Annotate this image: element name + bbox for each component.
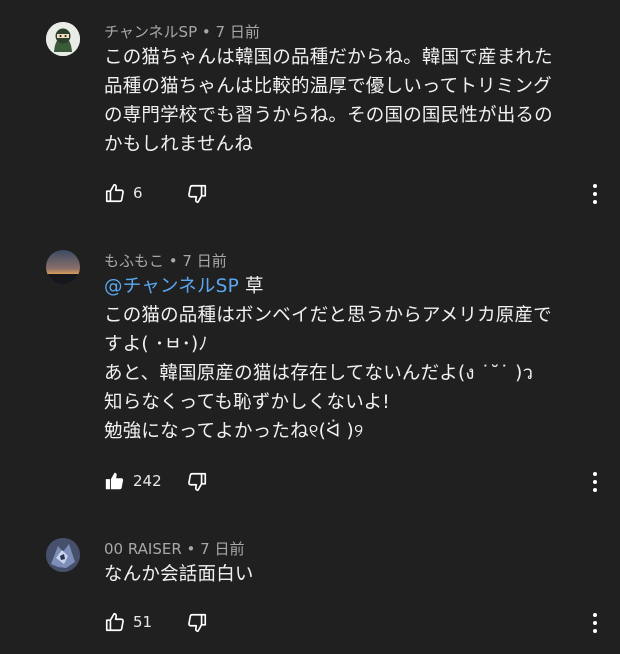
author-name[interactable]: 00 RAISER (104, 540, 182, 558)
ninja-avatar-icon (46, 22, 80, 56)
more-options-icon[interactable] (586, 470, 604, 494)
comment-time: 7 日前 (182, 252, 227, 270)
comment-line: かもしれませんね (104, 134, 254, 155)
meta-separator: • (197, 23, 216, 41)
comment-meta: チャンネルSP • 7 日前 (104, 21, 260, 42)
more-options-icon[interactable] (586, 182, 604, 206)
comment-time: 7 日前 (200, 540, 245, 558)
avatar[interactable] (46, 250, 80, 284)
mention-link[interactable]: @チャンネルSP (104, 276, 239, 297)
comment-line: この猫ちゃんは韓国の品種だからね。韓国で産まれた (104, 47, 553, 68)
comment-line: あと、韓国原産の猫は存在してないんだよ(ง ˙˘˙ )ว (104, 363, 534, 384)
thumbs-up-filled-icon[interactable] (104, 470, 126, 492)
comment-meta: もふもこ • 7 日前 (104, 250, 227, 271)
comment-line: 品種の猫ちゃんは比較的温厚で優しいってトリミング (104, 76, 552, 97)
author-name[interactable]: チャンネルSP (104, 23, 197, 41)
like-count: 242 (133, 472, 162, 490)
comment-line: すよ( ･ㅂ･)ﾉ (104, 334, 208, 355)
thumbs-up-icon[interactable] (104, 182, 126, 204)
comment-line: 知らなくっても恥ずかしくないよ! (104, 392, 390, 413)
comment-line: の専門学校でも習うからね。その国の国民性が出るの (104, 105, 553, 126)
meta-separator: • (164, 252, 183, 270)
like-count: 51 (133, 613, 153, 631)
comment-line: この猫の品種はボンベイだと思うからアメリカ原産で (104, 305, 552, 326)
comment-time: 7 日前 (215, 23, 260, 41)
sunset-avatar-icon (46, 250, 80, 284)
avatar[interactable] (46, 538, 80, 572)
author-name[interactable]: もふもこ (104, 252, 164, 270)
thumbs-down-icon[interactable] (186, 471, 208, 493)
comment-text: この猫ちゃんは韓国の品種だからね。韓国で産まれた 品種の猫ちゃんは比較的温厚で優… (104, 43, 594, 159)
comment-text: @チャンネルSP 草 この猫の品種はボンベイだと思うからアメリカ原産で すよ( … (104, 272, 594, 446)
reply-line: @チャンネルSP 草 (104, 272, 594, 301)
like-count: 6 (133, 184, 143, 202)
thumbs-up-icon[interactable] (104, 611, 126, 633)
comment-text: なんか会話面白い (104, 560, 594, 589)
comment-line: 勉強になってよかったね୧(ᐛ )୨ (104, 421, 364, 442)
comment-meta: 00 RAISER • 7 日前 (104, 538, 244, 559)
robot-avatar-icon (46, 538, 80, 572)
meta-separator: • (181, 540, 201, 558)
comment-line: なんか会話面白い (104, 564, 254, 585)
avatar[interactable] (46, 22, 80, 56)
thumbs-down-icon[interactable] (186, 612, 208, 634)
more-options-icon[interactable] (586, 611, 604, 635)
reply-tail: 草 (238, 276, 264, 297)
thumbs-down-icon[interactable] (186, 183, 208, 205)
